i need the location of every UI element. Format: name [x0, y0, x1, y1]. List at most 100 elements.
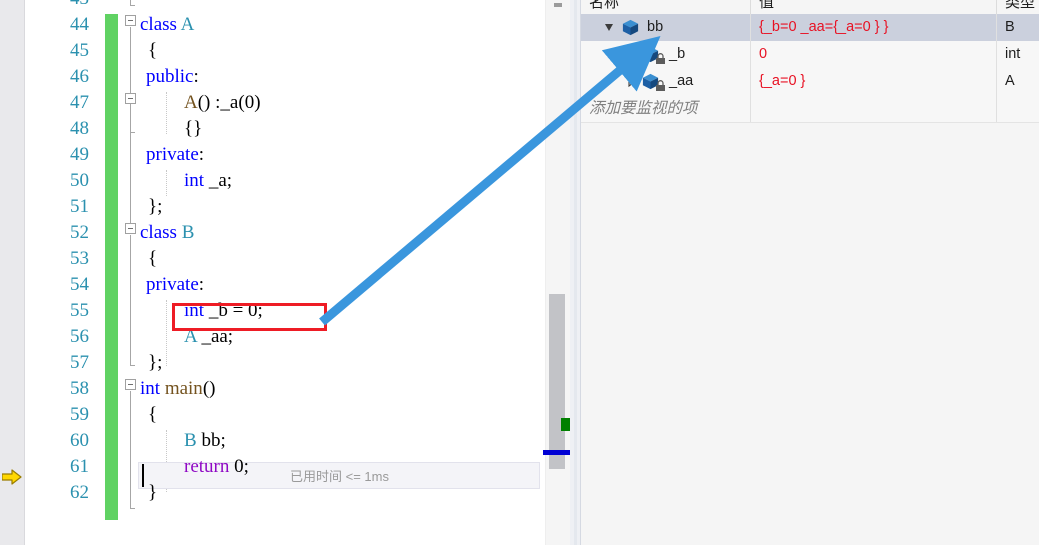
- line-number: 59: [70, 404, 89, 425]
- vertical-scroll-thumb[interactable]: [549, 294, 565, 469]
- code-editor-pane[interactable]: 43 44 45 46 47 48 49 50 51 52 53 54 55 5…: [0, 0, 570, 545]
- code-token: {: [148, 404, 158, 425]
- code-line-51: };: [148, 194, 162, 220]
- line-number: 56: [70, 326, 89, 347]
- code-token: public: [146, 66, 194, 87]
- line-number: 58: [70, 378, 89, 399]
- fold-toggle-main[interactable]: [125, 379, 136, 390]
- fold-guide: [130, 235, 131, 365]
- code-line-60: B bb;: [184, 428, 226, 454]
- line-number: 54: [70, 274, 89, 295]
- fold-guide: [130, 391, 131, 508]
- code-token: return: [184, 456, 230, 477]
- column-divider[interactable]: [750, 0, 751, 14]
- code-token: };: [148, 352, 163, 373]
- code-token: ;: [243, 456, 249, 477]
- code-token: private: [146, 144, 199, 165]
- fold-guide: [130, 105, 131, 132]
- code-token: _aa;: [196, 326, 234, 347]
- expander-collapsed-icon[interactable]: [625, 68, 637, 95]
- watch-tool-window[interactable]: 名称 值 类型 bb {_b=0 _aa={_a=0 } } B _b 0 in…: [581, 0, 1039, 545]
- fold-guide-elbow: [130, 132, 135, 133]
- table-row[interactable]: bb {_b=0 _aa={_a=0 } } B: [581, 14, 1039, 42]
- column-divider[interactable]: [996, 0, 997, 14]
- watch-value-cell[interactable]: {_b=0 _aa={_a=0 } }: [751, 14, 1004, 41]
- fold-toggle-ctor[interactable]: [125, 93, 136, 104]
- column-header-value[interactable]: 值: [759, 0, 774, 14]
- code-line-52: class B: [140, 220, 194, 246]
- code-line-55: int _b = 0;: [184, 298, 263, 324]
- watch-add-placeholder[interactable]: 添加要监视的项: [589, 96, 698, 122]
- code-line-56: A _aa;: [184, 324, 233, 350]
- code-token: _a: [220, 92, 239, 113]
- watch-name-cell[interactable]: bb: [581, 14, 750, 41]
- code-token: class: [140, 14, 177, 35]
- code-token: }: [148, 482, 158, 503]
- watch-value-cell[interactable]: 0: [751, 41, 1004, 68]
- code-token: ;: [257, 300, 263, 321]
- watch-value-cell[interactable]: {_a=0 }: [751, 68, 1004, 95]
- code-token: 0: [244, 92, 255, 113]
- watch-name-cell[interactable]: _b: [581, 41, 750, 68]
- editor-indicator-margin[interactable]: [0, 0, 25, 545]
- unsaved-change-bar: [105, 14, 118, 520]
- elapsed-time-datatip: 已用时间 <= 1ms: [290, 469, 389, 484]
- line-number: 47: [70, 92, 89, 113]
- watch-name-cell[interactable]: _aa: [581, 68, 750, 95]
- vs-debugger-screenshot: 43 44 45 46 47 48 49 50 51 52 53 54 55 5…: [0, 0, 1039, 545]
- code-line-49: private:: [146, 142, 204, 168]
- pane-splitter-grip[interactable]: [574, 0, 577, 545]
- watch-column-header[interactable]: 名称 值 类型: [581, 0, 1039, 15]
- code-token: (): [202, 378, 216, 399]
- code-token: ): [254, 92, 261, 113]
- code-text[interactable]: class A { public: A() :_a(0) {} private:…: [140, 0, 540, 545]
- line-number: 62: [70, 482, 89, 503]
- code-line-50: int _a;: [184, 168, 232, 194]
- table-row[interactable]: _aa {_a=0 } A: [581, 68, 1039, 96]
- code-token: A: [184, 92, 198, 113]
- fold-toggle-class-a[interactable]: [125, 15, 136, 26]
- column-divider: [996, 14, 997, 122]
- watch-name-text: _aa: [669, 73, 694, 89]
- line-number: 57: [70, 352, 89, 373]
- column-header-type[interactable]: 类型: [1005, 0, 1035, 14]
- line-number: 55: [70, 300, 89, 321]
- fold-guide-elbow: [130, 5, 135, 6]
- code-line-48: {}: [184, 116, 202, 142]
- line-number: 48: [70, 118, 89, 139]
- code-line-58: int main(): [140, 376, 215, 402]
- object-cube-icon: [622, 19, 639, 36]
- code-line-62: }: [148, 480, 157, 506]
- code-line-54: private:: [146, 272, 204, 298]
- code-token: 0: [248, 300, 258, 321]
- fold-toggle-class-b[interactable]: [125, 223, 136, 234]
- code-token: int: [184, 170, 205, 191]
- line-number: 60: [70, 430, 89, 451]
- watch-type-cell: int: [1005, 46, 1021, 62]
- code-token: {: [148, 40, 158, 61]
- column-header-name[interactable]: 名称: [589, 0, 619, 14]
- code-token: :: [198, 144, 205, 165]
- code-line-44: class A: [140, 12, 194, 38]
- code-line-61: return 0;: [184, 454, 249, 480]
- line-number: 44: [70, 14, 89, 35]
- code-token: :: [193, 66, 199, 87]
- current-statement-arrow-icon: [2, 469, 22, 485]
- watch-type-cell: A: [1005, 73, 1015, 89]
- watch-name-text: _b: [669, 46, 686, 62]
- line-number: 45: [70, 40, 89, 61]
- table-row[interactable]: _b 0 int: [581, 41, 1039, 69]
- lock-icon: [656, 80, 665, 91]
- expander-expanded-icon[interactable]: [603, 14, 615, 41]
- line-number: 61: [70, 456, 89, 477]
- code-token: _b =: [204, 300, 249, 321]
- code-token: main: [164, 378, 203, 399]
- code-line-53: {: [148, 246, 157, 272]
- fold-guide-elbow: [130, 365, 135, 366]
- code-line-47: A() :_a(0): [184, 90, 261, 116]
- watch-type-cell: B: [1005, 19, 1015, 35]
- line-number: 53: [70, 248, 89, 269]
- code-token: () :: [197, 92, 221, 113]
- code-token: class: [140, 222, 177, 243]
- scrollbar-top-marker: [554, 3, 562, 7]
